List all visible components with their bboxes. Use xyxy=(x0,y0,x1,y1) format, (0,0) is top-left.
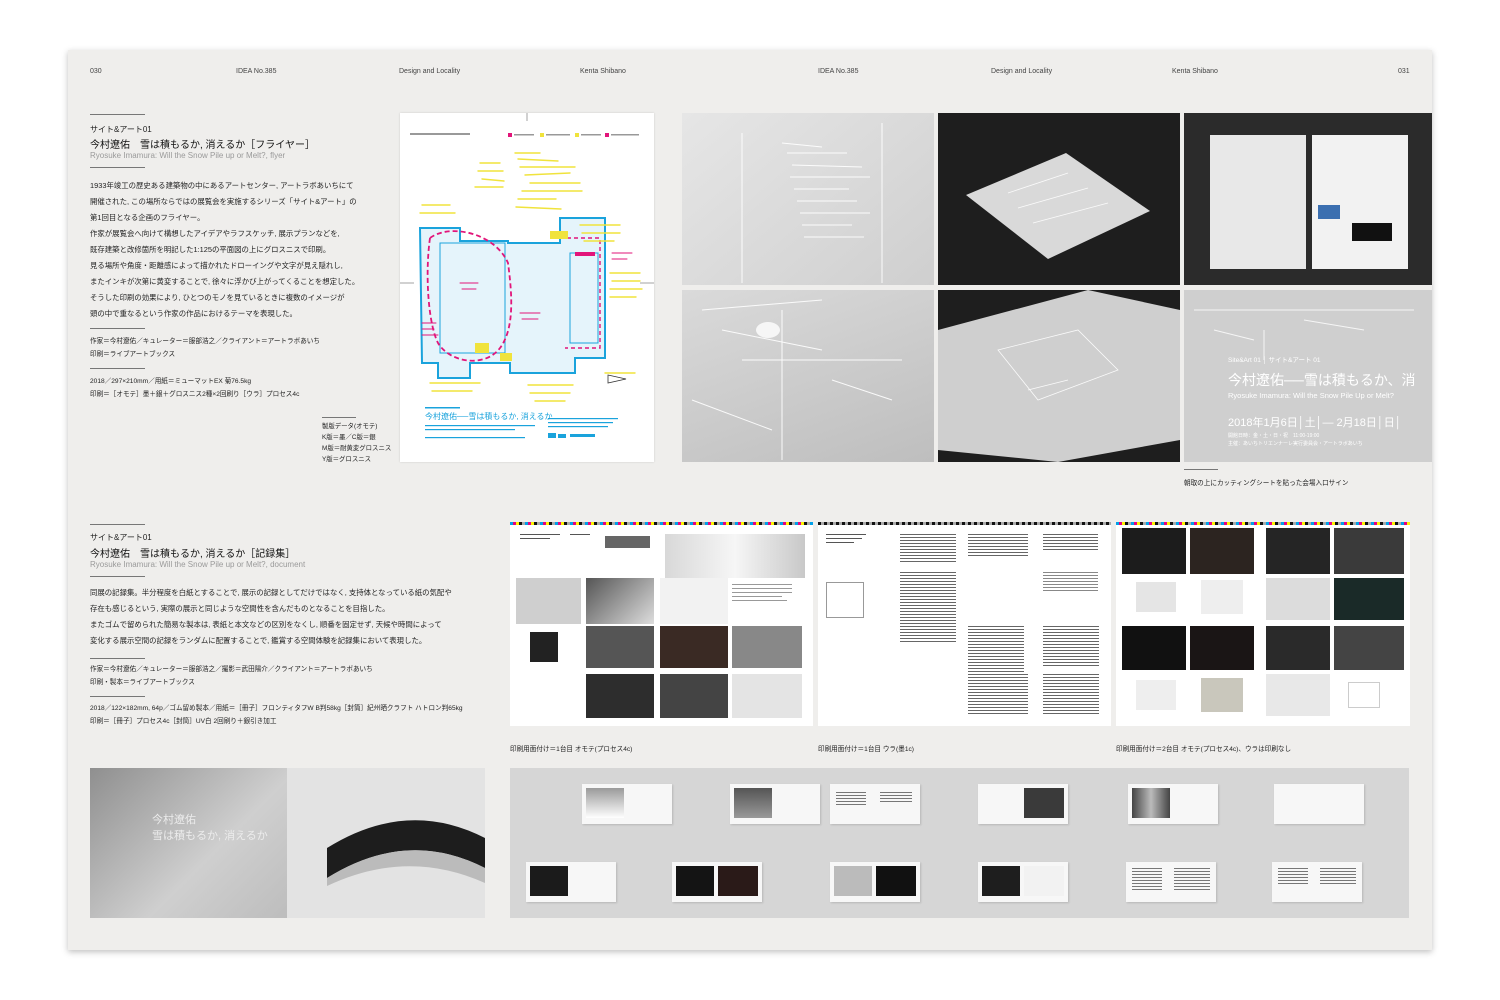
section-rule xyxy=(90,328,145,329)
magazine-spread: 030 IDEA No.385 Design and Locality Kent… xyxy=(68,50,1432,950)
photo-caption: 朝取の上にカッティングシートを貼った会場入口サイン xyxy=(1184,480,1349,487)
sign-title: 今村遼佑──雪は積もるか、消 xyxy=(1228,372,1416,388)
section-rule xyxy=(90,576,145,577)
caption-rule xyxy=(1184,469,1218,470)
section-title: 今村遼佑 雪は積もるか, 消えるか［記録集］ xyxy=(90,549,296,560)
credits: 作家＝今村遼佑／キュレーター＝服部浩之／クライアント＝アートラボあいち 印刷＝ラ… xyxy=(90,338,320,358)
sign-hours: 開館日時：金・土・日・祝 11:00-19:00 xyxy=(1228,433,1320,439)
book-spreads-photo xyxy=(510,768,1409,918)
section-body: 1933年竣工の歴史ある建築物の中にあるアートセンター, アートラボあいちにて … xyxy=(90,181,360,318)
section-label: サイト&アート01 xyxy=(90,125,152,134)
sheet-caption-2: 印刷用面付け＝1台目 ウラ(墨1c) xyxy=(818,746,914,753)
book-cover-photo: 今村遼佑 雪は積もるか, 消えるか xyxy=(90,768,287,918)
sign-label: Site&Art 01 │ サイト&アート 01 xyxy=(1228,357,1321,364)
section-rule xyxy=(90,524,145,525)
book-open-photo xyxy=(287,768,485,918)
section-subtitle: Ryosuke Imamura: Will the Snow Pile up o… xyxy=(90,151,286,160)
section-subtitle: Ryosuke Imamura: Will the Snow Pile up o… xyxy=(90,560,306,569)
running-head-series-right: Design and Locality xyxy=(991,68,1053,75)
sign-organizer: 主催：あいちトリエンナーレ実行委員会・アートラボあいち xyxy=(1228,441,1363,447)
running-head-magazine-right: IDEA No.385 xyxy=(818,68,859,75)
plate-note-rule xyxy=(322,417,356,418)
sheet-caption-3: 印刷用面付け＝2台目 オモテ(プロセス4c)、ウラは印刷なし xyxy=(1116,746,1292,753)
sheet-caption-1: 印刷用面付け＝1台目 オモテ(プロセス4c) xyxy=(510,746,633,753)
section-rule xyxy=(90,167,145,168)
section-rule xyxy=(90,368,145,369)
running-head-series: Design and Locality xyxy=(399,68,461,75)
sign-date: 2018年1月6日│土│— 2月18日│日│ xyxy=(1228,417,1402,429)
running-head-magazine: IDEA No.385 xyxy=(236,68,277,75)
specs: 2018／297×210mm／用紙＝ミューマットEX 菊76.5kg 印刷＝［オ… xyxy=(90,378,300,398)
plate-note: 製版データ(オモテ) K版＝墨／C版＝銀 M版＝耐黄変グロスニス Y版＝グロスニ… xyxy=(322,423,392,463)
running-head-author-right: Kenta Shibano xyxy=(1172,68,1218,75)
credits: 作家＝今村遼佑／キュレーター＝服部浩之／撮影＝武田陽介／クライアント＝アートラボ… xyxy=(90,666,373,686)
flyer-photo-1 xyxy=(682,113,934,285)
sign-photo: Site&Art 01 │ サイト&アート 01 今村遼佑──雪は積もるか、消 … xyxy=(1184,290,1432,462)
book-cover-text: 今村遼佑 雪は積もるか, 消えるか xyxy=(152,814,268,842)
flyer-photo-5 xyxy=(938,290,1180,462)
imposition-sheet-2 xyxy=(818,522,1111,726)
section-label: サイト&アート01 xyxy=(90,533,152,542)
flyer-photo-3 xyxy=(1184,113,1432,285)
sign-subtitle: Ryosuke Imamura: Will the Snow Pile Up o… xyxy=(1228,391,1394,400)
flyer-title: 今村遼佑──雪は積もるか, 消えるか xyxy=(425,411,553,421)
flyer-photo-4 xyxy=(682,290,934,462)
section-title: 今村遼佑 雪は積もるか, 消えるか［フライヤー］ xyxy=(90,140,315,151)
specs: 2018／122×182mm, 64p／ゴム留め製本／用紙＝［冊子］フロンティタ… xyxy=(90,705,463,725)
section-body: 同展の記録集。半分程度を白紙とすることで, 展示の記録としてだけではなく, 支持… xyxy=(90,588,452,645)
page-number-right: 031 xyxy=(1398,68,1410,75)
running-head-author: Kenta Shibano xyxy=(580,68,626,75)
flyer-drawing: 今村遼佑──雪は積もるか, 消えるか xyxy=(400,113,654,439)
flyer-photo-2 xyxy=(938,113,1180,285)
page-number-left: 030 xyxy=(90,68,102,75)
imposition-sheet-3 xyxy=(1116,522,1410,726)
section-rule xyxy=(90,696,145,697)
flyer-image: 今村遼佑──雪は積もるか, 消えるか xyxy=(400,113,654,462)
section-rule xyxy=(90,114,145,115)
imposition-sheet-1 xyxy=(510,522,813,726)
section-rule xyxy=(90,658,145,659)
